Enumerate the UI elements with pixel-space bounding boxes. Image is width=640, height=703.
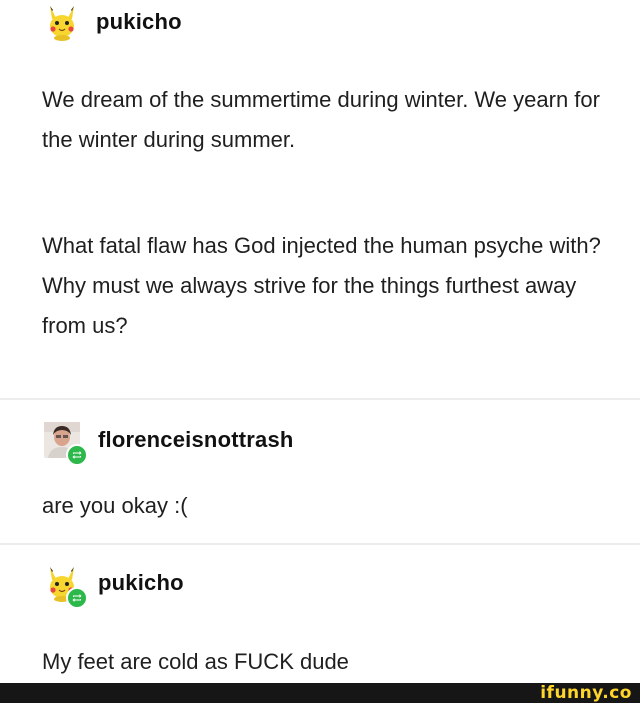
pikachu-icon[interactable] (42, 563, 88, 609)
post-paragraph-2: What fatal flaw has God injected the hum… (42, 233, 601, 338)
reblog-text-2: My feet are cold as FUCK dude (42, 649, 349, 674)
ifunny-watermark: ifunny.co (540, 683, 632, 703)
post-paragraph-1: We dream of the summertime during winter… (42, 87, 600, 152)
reblog-icon (66, 587, 88, 609)
pikachu-icon[interactable] (42, 2, 82, 42)
reblog-divider (0, 543, 640, 545)
post-author-row[interactable]: pukicho (42, 2, 182, 42)
reblog-icon (66, 444, 88, 466)
reblog-divider (0, 398, 640, 400)
reblog-username-1[interactable]: florenceisnottrash (98, 427, 294, 453)
user-photo-icon[interactable] (42, 420, 88, 466)
post-author-username[interactable]: pukicho (96, 9, 182, 35)
reblog-author-row-1[interactable]: florenceisnottrash (42, 420, 294, 466)
tumblr-post-thread: pukicho We dream of the summertime durin… (0, 0, 640, 683)
reblog-author-row-2[interactable]: pukicho (42, 563, 184, 609)
reblog-username-2[interactable]: pukicho (98, 570, 184, 596)
reblog-text-1: are you okay :( (42, 493, 188, 518)
